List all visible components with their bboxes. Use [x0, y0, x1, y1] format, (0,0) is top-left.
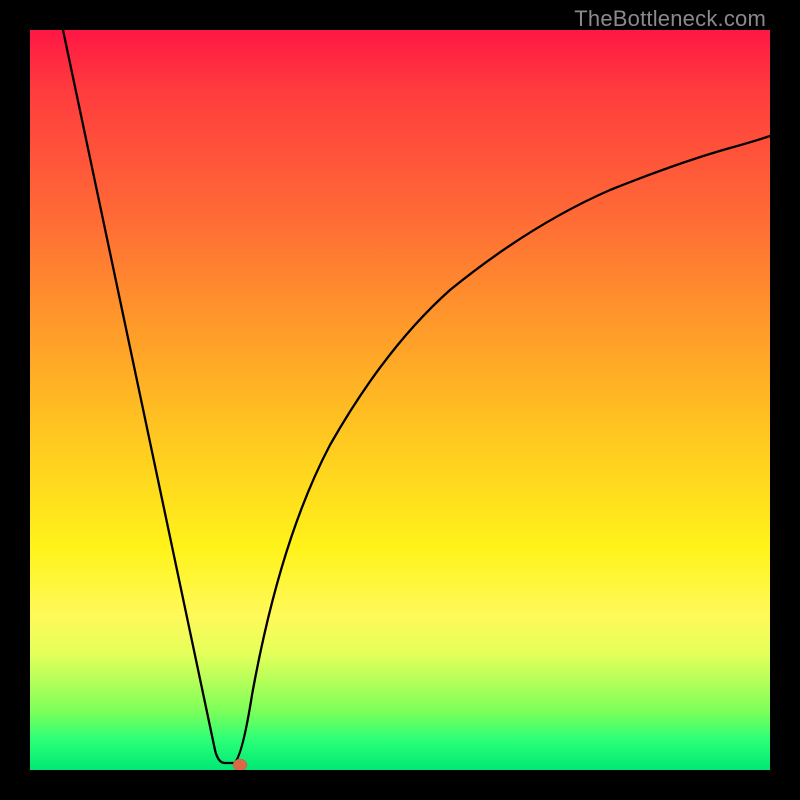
- chart-frame: TheBottleneck.com: [0, 0, 800, 800]
- watermark-text: TheBottleneck.com: [574, 6, 766, 32]
- minimum-marker: [233, 759, 247, 770]
- curve-left-branch: [63, 30, 234, 763]
- curve-right-branch: [234, 136, 770, 763]
- bottleneck-curve: [30, 30, 770, 770]
- plot-area: [30, 30, 770, 770]
